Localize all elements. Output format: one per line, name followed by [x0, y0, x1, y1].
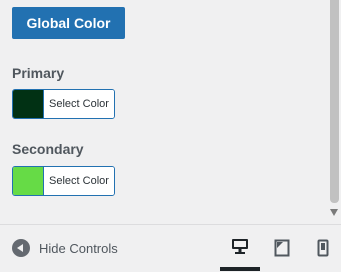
- preview-tablet-button[interactable]: [262, 225, 302, 271]
- hide-controls-button[interactable]: Hide Controls: [12, 238, 118, 258]
- primary-color-picker[interactable]: Select Color: [12, 89, 115, 119]
- secondary-select-color-label[interactable]: Select Color: [44, 167, 114, 195]
- global-color-button[interactable]: Global Color: [12, 7, 125, 39]
- hide-controls-label: Hide Controls: [39, 240, 118, 256]
- preview-mobile-button[interactable]: [303, 225, 341, 271]
- tablet-icon: [274, 239, 290, 257]
- primary-select-color-label[interactable]: Select Color: [44, 90, 114, 118]
- secondary-color-swatch[interactable]: [13, 167, 44, 195]
- panel-scrollbar[interactable]: [328, 0, 341, 224]
- scrollbar-thumb[interactable]: [330, 0, 339, 203]
- scroll-down-arrow-icon[interactable]: [330, 209, 338, 216]
- collapse-arrow-icon: [12, 239, 30, 257]
- primary-color-swatch[interactable]: [13, 90, 44, 118]
- desktop-icon: [232, 239, 248, 254]
- mobile-icon: [317, 239, 329, 257]
- customizer-footer: Hide Controls: [0, 224, 341, 272]
- customizer-panel: Global Color Primary Select Color Second…: [0, 0, 328, 224]
- primary-label: Primary: [12, 65, 65, 81]
- secondary-color-picker[interactable]: Select Color: [12, 166, 115, 196]
- preview-desktop-button[interactable]: [220, 225, 260, 271]
- secondary-label: Secondary: [12, 141, 84, 157]
